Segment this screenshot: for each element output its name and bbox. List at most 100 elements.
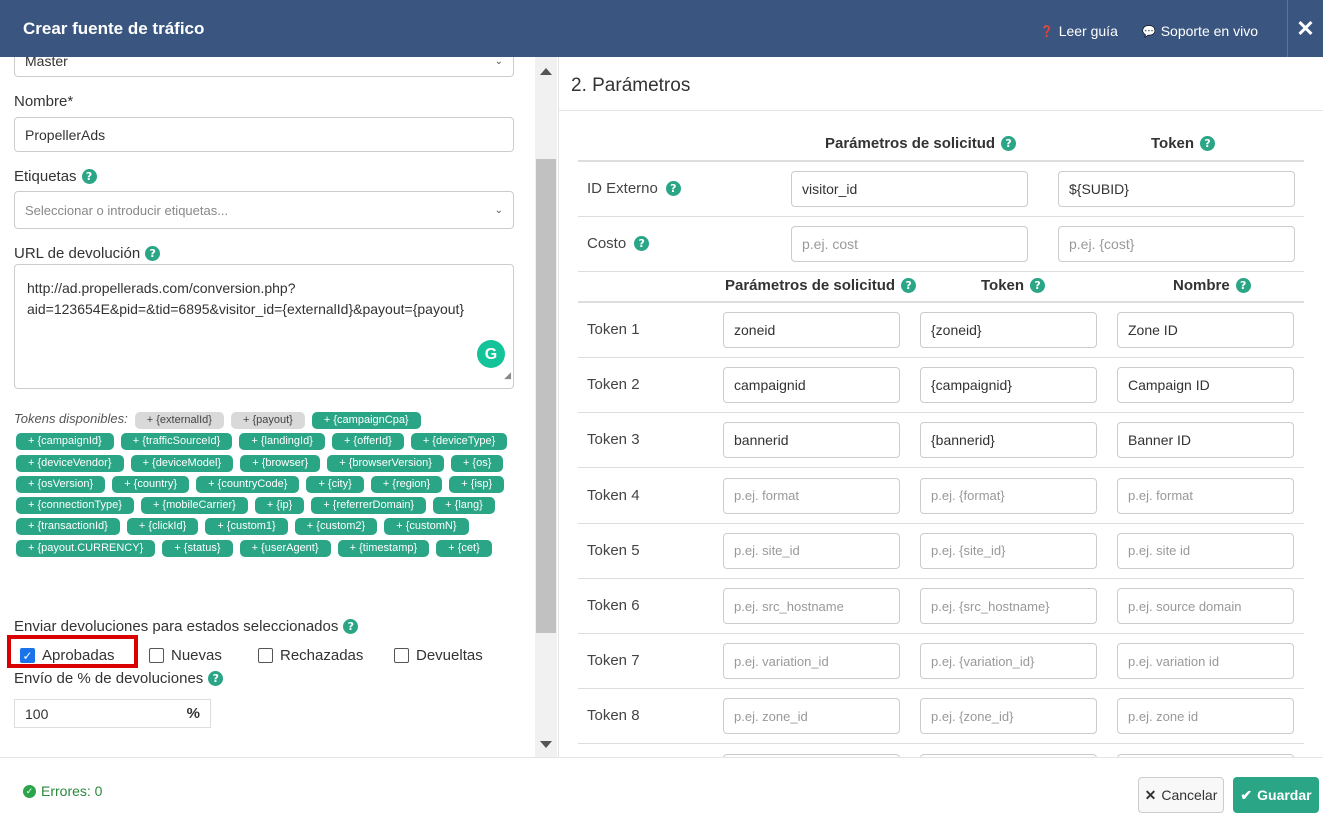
token-value-input[interactable]: p.ej. {variation_id} (920, 643, 1097, 680)
close-icon[interactable]: ✕ (1287, 0, 1323, 57)
checkbox-checked-icon[interactable]: ✓ (20, 648, 35, 663)
token-value-input[interactable]: {zoneid} (920, 312, 1097, 348)
token-param-input[interactable]: p.ej. site_id (723, 532, 900, 569)
token-chip[interactable]: + {trafficSourceId} (120, 433, 233, 451)
token-chip[interactable]: + {timestamp} (337, 539, 430, 557)
checkbox-icon[interactable] (258, 648, 273, 663)
token-chip[interactable]: + {offerId} (331, 433, 404, 451)
request-param-input[interactable]: p.ej. cost (791, 226, 1028, 262)
read-guide-link[interactable]: ❓ Leer guía (1040, 23, 1118, 39)
token-chip[interactable]: + {deviceModel} (130, 454, 234, 472)
token-param-input[interactable]: p.ej. variation_id (723, 643, 900, 680)
token-param-input[interactable]: p.ej. format (723, 477, 900, 514)
postback-url-line1: http://ad.propellerads.com/conversion.ph… (27, 280, 296, 296)
scrollbar-thumb[interactable] (536, 159, 556, 633)
workspace-select-value: Master (25, 57, 68, 69)
status-checkbox-aprobadas[interactable]: ✓ Aprobadas (20, 647, 115, 664)
token-param-input[interactable]: zoneid (723, 312, 900, 348)
scroll-up-arrow-icon[interactable] (540, 68, 552, 75)
postback-url-textarea[interactable]: http://ad.propellerads.com/conversion.ph… (14, 264, 514, 389)
cancel-button[interactable]: ✕ Cancelar (1138, 777, 1224, 813)
token-chip[interactable]: + {referrerDomain} (311, 497, 427, 515)
token-param-input[interactable]: campaignid (723, 367, 900, 404)
token-chip[interactable]: + {osVersion} (16, 475, 106, 493)
token-chip[interactable]: + {isp} (449, 475, 505, 493)
token-chip[interactable]: + {custom1} (205, 518, 288, 536)
token-value-input[interactable]: p.ej. {zone_id} (920, 698, 1097, 735)
left-scrollbar[interactable] (535, 57, 557, 757)
token-chip[interactable]: + {custom2} (294, 518, 378, 536)
token-value-input[interactable]: p.ej. {src_hostname} (920, 588, 1097, 624)
token-value-input[interactable]: {campaignid} (920, 367, 1097, 404)
help-icon[interactable]: ? (1030, 278, 1046, 293)
token-name-input[interactable]: Campaign ID (1117, 367, 1294, 404)
token-input[interactable]: ${SUBID} (1058, 171, 1295, 207)
help-icon[interactable]: ? (634, 236, 650, 251)
token-chip[interactable]: + {deviceVendor} (16, 454, 124, 472)
status-checkbox-nuevas[interactable]: Nuevas (149, 647, 222, 664)
help-icon[interactable]: ? (208, 671, 224, 686)
token-chip[interactable]: + {campaignId} (16, 433, 114, 451)
token-input[interactable]: p.ej. {cost} (1058, 226, 1295, 262)
scroll-down-arrow-icon[interactable] (540, 741, 552, 748)
token-param-input[interactable]: p.ej. zone_id (723, 698, 900, 735)
request-param-input[interactable]: visitor_id (791, 171, 1028, 207)
help-icon[interactable]: ? (1001, 136, 1017, 151)
help-icon[interactable]: ? (145, 246, 161, 261)
token-value-input[interactable]: p.ej. {format} (920, 477, 1097, 514)
token-name-input[interactable]: Zone ID (1117, 312, 1294, 348)
checkbox-icon[interactable] (149, 648, 164, 663)
token-value-input[interactable]: p.ej. {site_id} (920, 532, 1097, 569)
token-chip[interactable]: + {mobileCarrier} (140, 497, 248, 515)
token-chip[interactable]: + {status} (162, 539, 233, 557)
help-icon[interactable]: ? (901, 278, 917, 293)
token-chip[interactable]: + {transactionId} (16, 518, 120, 536)
token-name-input[interactable]: Banner ID (1117, 422, 1294, 459)
token-param-input[interactable]: p.ej. src_hostname (723, 588, 900, 624)
tags-select[interactable]: Seleccionar o introducir etiquetas... ⌄ (14, 191, 514, 229)
token-name-input[interactable]: p.ej. variation id (1117, 643, 1294, 680)
postback-percent-input[interactable]: 100 % (14, 699, 211, 728)
token-chip[interactable]: + {payout.CURRENCY} (16, 539, 156, 557)
token-chip[interactable]: + {campaignCpa} (311, 412, 421, 429)
token-chip[interactable]: + {customN} (384, 518, 469, 536)
token-chip[interactable]: + {cet} (436, 539, 492, 557)
help-icon[interactable]: ? (343, 619, 359, 634)
token-chip[interactable]: + {city} (306, 475, 364, 493)
token-chip[interactable]: + {ip} (254, 497, 305, 515)
workspace-select[interactable]: Master ⌄ (14, 57, 514, 77)
token-param-input[interactable]: bannerid (723, 422, 900, 459)
token-chip[interactable]: + {externalId} (134, 412, 224, 429)
name-input[interactable]: PropellerAds (14, 117, 514, 152)
token-chip[interactable]: + {browser} (240, 454, 321, 472)
token-chip[interactable]: + {countryCode} (196, 475, 300, 493)
token-chip[interactable]: + {country} (112, 475, 190, 493)
token-chip[interactable]: + {payout} (230, 412, 305, 429)
token-value-input[interactable]: {bannerid} (920, 422, 1097, 459)
help-icon[interactable]: ? (81, 169, 97, 184)
status-checkbox-devueltas[interactable]: Devueltas (394, 647, 483, 664)
token-chip[interactable]: + {lang} (433, 497, 495, 515)
token-chip[interactable]: + {clickId} (126, 518, 199, 536)
help-icon[interactable]: ? (1235, 278, 1251, 293)
token-chip[interactable]: + {landingId} (239, 433, 325, 451)
token-chip[interactable]: + {os} (450, 454, 504, 472)
token-name-input[interactable]: p.ej. source domain (1117, 588, 1294, 624)
resize-handle-icon[interactable]: ◢ (504, 365, 511, 386)
live-support-link[interactable]: 💬 Soporte en vivo (1142, 23, 1258, 39)
token-chip[interactable]: + {deviceType} (410, 433, 508, 451)
help-icon[interactable]: ? (665, 181, 681, 196)
token-chip[interactable]: + {browserVersion} (327, 454, 444, 472)
token-chip[interactable]: + {userAgent} (239, 539, 331, 557)
grammarly-icon[interactable]: G (477, 340, 505, 368)
token-chip[interactable]: + {region} (370, 475, 443, 493)
checkbox-icon[interactable] (394, 648, 409, 663)
help-icon[interactable]: ? (1200, 136, 1216, 151)
save-button[interactable]: ✔ Guardar (1233, 777, 1319, 813)
token-chip[interactable]: + {connectionType} (16, 497, 134, 515)
token-name-input[interactable]: p.ej. format (1117, 477, 1294, 514)
status-checkbox-rechazadas[interactable]: Rechazadas (258, 647, 363, 664)
token-name-input[interactable]: p.ej. zone id (1117, 698, 1294, 735)
modal-title: Crear fuente de tráfico (23, 19, 205, 38)
token-name-input[interactable]: p.ej. site id (1117, 532, 1294, 569)
